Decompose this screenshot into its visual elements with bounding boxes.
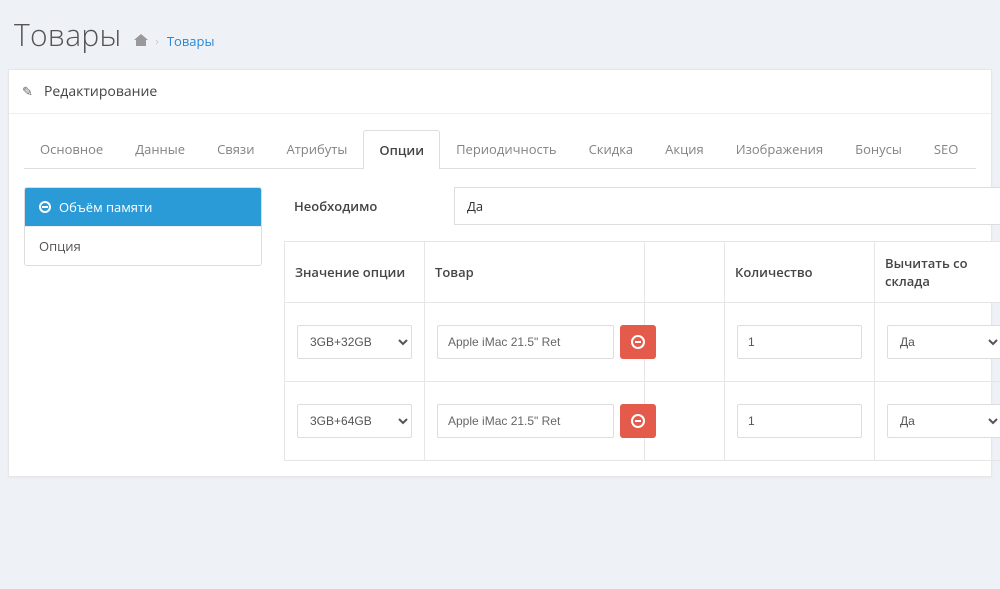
option-side-list: Объём памяти Опция [24,187,262,266]
option-item-memory[interactable]: Объём памяти [25,188,261,226]
required-label: Необходимо [294,197,424,215]
option-value-select[interactable]: 3GB+64GB [297,404,412,438]
th-spacer [645,242,725,303]
tab-seo[interactable]: SEO [918,129,974,168]
th-product: Товар [425,242,645,303]
pencil-icon [24,86,36,98]
th-subtract: Вычитать со склада [875,242,1000,303]
page-title: Товары [14,14,122,55]
table-row: 3GB+64GB [285,382,1000,461]
subtract-select[interactable]: Да [887,325,1000,359]
tab-attributes[interactable]: Атрибуты [270,129,363,168]
tab-recurring[interactable]: Периодичность [440,129,573,168]
option-add-item[interactable]: Опция [25,226,261,265]
quantity-input[interactable] [737,325,862,359]
tab-special[interactable]: Акция [649,129,720,168]
breadcrumb-link[interactable]: Товары [167,32,215,50]
tab-data[interactable]: Данные [119,129,201,168]
tab-general[interactable]: Основное [24,129,119,168]
tab-bar: Основное Данные Связи Атрибуты Опции Пер… [24,129,976,169]
remove-row-button[interactable] [620,325,656,359]
option-values-table: Значение опции Товар Количество Вычитать… [284,241,1000,461]
option-item-label: Объём памяти [59,198,152,216]
tab-options[interactable]: Опции [363,130,440,169]
minus-circle-icon [631,414,645,428]
option-value-select[interactable]: 3GB+32GB [297,325,412,359]
tab-bonuses[interactable]: Бонусы [839,129,918,168]
th-option-value: Значение опции [285,242,425,303]
tab-links[interactable]: Связи [201,129,270,168]
required-select[interactable]: Да [454,187,1000,225]
remove-option-icon [39,201,51,213]
chevron-right-icon: › [156,34,159,49]
product-input[interactable] [437,325,614,359]
subtract-select[interactable]: Да [887,404,1000,438]
tab-images[interactable]: Изображения [720,129,839,168]
option-add-label: Опция [39,237,81,255]
breadcrumb-home[interactable] [134,32,148,50]
home-icon [134,34,148,46]
panel-heading: Редактирование [9,70,991,114]
remove-row-button[interactable] [620,404,656,438]
th-quantity: Количество [725,242,875,303]
tab-discount[interactable]: Скидка [573,129,650,168]
breadcrumb: › Товары [134,32,215,50]
edit-panel: Редактирование Основное Данные Связи Атр… [8,69,992,477]
product-input[interactable] [437,404,614,438]
panel-heading-text: Редактирование [44,82,157,101]
quantity-input[interactable] [737,404,862,438]
minus-circle-icon [631,335,645,349]
table-row: 3GB+32GB [285,303,1000,382]
